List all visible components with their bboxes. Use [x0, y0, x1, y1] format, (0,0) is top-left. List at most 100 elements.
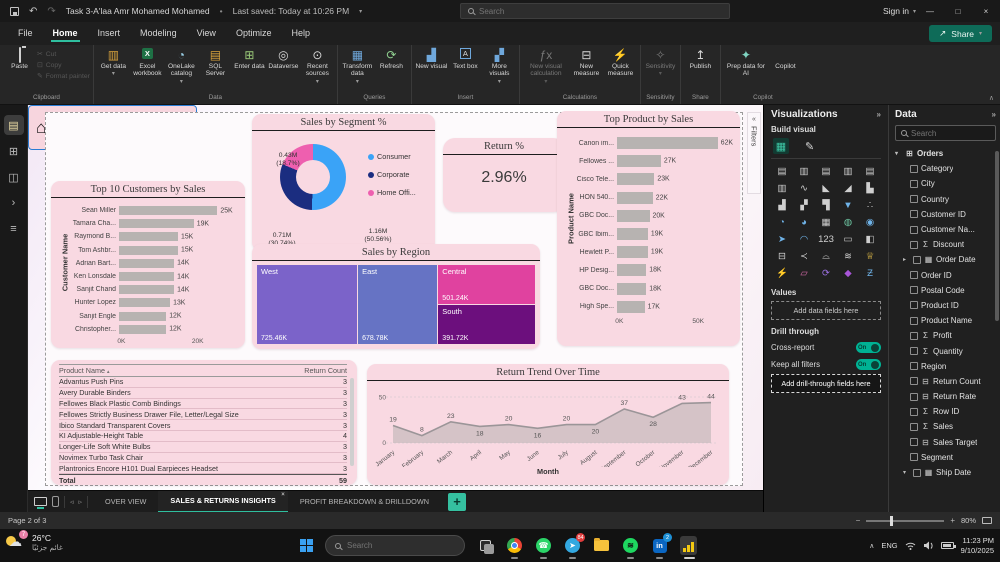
- table-row[interactable]: Fellowes Black Plastic Comb Bindings3: [59, 399, 347, 410]
- new-page-button[interactable]: +: [448, 493, 466, 511]
- bar[interactable]: [617, 264, 646, 276]
- dataverse-button[interactable]: ◎Dataverse: [267, 45, 300, 70]
- bar[interactable]: [119, 259, 174, 268]
- wifi-icon[interactable]: [905, 541, 916, 550]
- bar[interactable]: [119, 206, 217, 215]
- power-apps-visual-icon[interactable]: ▱: [793, 265, 815, 281]
- refresh-button[interactable]: ⟳Refresh: [375, 45, 408, 70]
- field-item-customer-na-[interactable]: Customer Na...: [895, 222, 996, 237]
- search-input[interactable]: [479, 7, 722, 16]
- field-checkbox[interactable]: [910, 332, 918, 340]
- collapsed-chevron-icon[interactable]: ▸: [903, 256, 910, 263]
- field-checkbox[interactable]: [910, 195, 918, 203]
- page-tab-over-view[interactable]: OVER VIEW: [93, 491, 158, 513]
- field-item-sales[interactable]: ΣSales: [895, 419, 996, 434]
- bar[interactable]: [119, 272, 174, 281]
- format-visual-icon[interactable]: ✎: [805, 140, 814, 153]
- undo-icon[interactable]: ↶: [29, 6, 37, 17]
- zoom-in-button[interactable]: +: [950, 516, 955, 525]
- keep-all-filters-toggle[interactable]: On: [856, 359, 881, 370]
- table-view-button[interactable]: ⊞: [4, 141, 24, 161]
- python-visual-visual-icon[interactable]: Ƶ: [859, 265, 881, 281]
- waterfall-chart-visual-icon[interactable]: ▜: [815, 197, 837, 213]
- 100-stacked-column-chart-visual-icon[interactable]: ▥: [771, 180, 793, 196]
- legend-item[interactable]: Consumer: [368, 152, 416, 161]
- 100-stacked-bar-chart-visual-icon[interactable]: ▤: [859, 163, 881, 179]
- expanded-chevron-icon[interactable]: ▾: [903, 469, 910, 476]
- legend-item[interactable]: Home Offi...: [368, 188, 416, 197]
- prep-data-for-ai-button[interactable]: ✦Prep data for AI: [724, 45, 768, 78]
- fields-search-input[interactable]: [911, 129, 990, 138]
- table-row[interactable]: Advantus Push Pins3: [59, 377, 347, 388]
- field-checkbox[interactable]: [910, 210, 918, 218]
- clustered-column-chart-visual-icon[interactable]: ▥: [837, 163, 859, 179]
- new-visual-button[interactable]: ▟New visual: [415, 45, 448, 70]
- table-item-orders[interactable]: ▾⊞Orders: [895, 146, 996, 161]
- taskbar-search-box[interactable]: [325, 535, 465, 556]
- collapse-ribbon-icon[interactable]: ∧: [989, 94, 994, 102]
- funnel-chart-visual-icon[interactable]: ▼: [837, 197, 859, 213]
- key-influencers-visual-icon[interactable]: ◆: [837, 265, 859, 281]
- volume-icon[interactable]: [923, 541, 934, 550]
- page-tab-profit-breakdown-drilldown[interactable]: PROFIT BREAKDOWN & DRILLDOWN: [288, 491, 441, 513]
- add-drill-through-fields-dropzone[interactable]: Add drill-through fields here: [771, 374, 881, 393]
- copy-button[interactable]: ⊡Copy: [37, 61, 90, 69]
- hidden-icons-chevron[interactable]: ∧: [869, 542, 874, 550]
- zoom-slider-knob[interactable]: [890, 516, 893, 526]
- field-item-country[interactable]: Country: [895, 192, 996, 207]
- excel-workbook-button[interactable]: XExcel workbook: [131, 45, 164, 78]
- battery-icon[interactable]: [941, 542, 954, 549]
- treemap-block-east[interactable]: East678.78K: [358, 265, 437, 344]
- onelake-catalog-button[interactable]: ◔OneLake catalog▾: [165, 45, 198, 85]
- share-button[interactable]: ↗ Share ▾: [929, 25, 992, 42]
- close-button[interactable]: ×: [972, 0, 1000, 22]
- decomposition-tree-visual-icon[interactable]: ≺: [793, 248, 815, 264]
- chrome-app-button[interactable]: [506, 537, 523, 554]
- bar[interactable]: [617, 210, 650, 222]
- collapse-pane-icon[interactable]: »: [877, 110, 881, 119]
- field-checkbox[interactable]: [910, 377, 918, 385]
- quick-measure-button[interactable]: ⚡Quick measure: [604, 45, 637, 78]
- treemap-visual-icon[interactable]: ▦: [815, 214, 837, 230]
- field-checkbox[interactable]: [910, 317, 918, 325]
- field-checkbox[interactable]: [913, 469, 921, 477]
- save-icon[interactable]: [10, 7, 19, 16]
- cut-button[interactable]: ✂Cut: [37, 50, 90, 58]
- model-view-button[interactable]: ◫: [4, 167, 24, 187]
- metrics-visual-icon[interactable]: ♕: [859, 248, 881, 264]
- minimize-button[interactable]: —: [916, 0, 944, 22]
- expand-filters-icon[interactable]: «: [752, 116, 756, 123]
- ribbon-tab-view[interactable]: View: [187, 24, 226, 43]
- line-and-clustered-column-chart-visual-icon[interactable]: ▟: [771, 197, 793, 213]
- taskbar-search-input[interactable]: [347, 541, 455, 550]
- table-row[interactable]: Novimex Turbo Task Chair3: [59, 453, 347, 464]
- mobile-layout-icon[interactable]: [52, 496, 59, 507]
- field-checkbox[interactable]: [910, 423, 918, 431]
- filled-map-visual-icon[interactable]: ◉: [859, 214, 881, 230]
- ribbon-tab-file[interactable]: File: [8, 24, 43, 43]
- build-visual-icon[interactable]: ▦: [773, 138, 789, 154]
- clustered-bar-chart-visual-icon[interactable]: ▤: [815, 163, 837, 179]
- bar[interactable]: [119, 219, 194, 228]
- field-item-product-id[interactable]: Product ID: [895, 298, 996, 313]
- scatter-chart-visual-icon[interactable]: ∴: [859, 197, 881, 213]
- table-row[interactable]: Ibico Standard Transparent Covers3: [59, 420, 347, 431]
- bar[interactable]: [119, 246, 178, 255]
- ribbon-chart-visual-icon[interactable]: ▞: [793, 197, 815, 213]
- field-item-order-date[interactable]: ▸▦Order Date: [895, 252, 996, 267]
- field-item-segment[interactable]: Segment: [895, 450, 996, 465]
- field-item-quantity[interactable]: ΣQuantity: [895, 343, 996, 358]
- previous-page-icon[interactable]: ◃: [70, 498, 74, 506]
- bar[interactable]: [617, 283, 646, 295]
- table-row[interactable]: Longer-Life Soft White Bulbs3: [59, 442, 347, 453]
- field-item-sales-target[interactable]: ⊟Sales Target: [895, 435, 996, 450]
- get-data-button[interactable]: ▥Get data▾: [97, 45, 130, 78]
- paginated-report-visual-icon[interactable]: ⚡: [771, 265, 793, 281]
- telegram-app-button[interactable]: ➤84: [564, 537, 581, 554]
- table-row[interactable]: Plantronics Encore H101 Dual Earpieces H…: [59, 463, 347, 474]
- qa-visual-icon[interactable]: ⌓: [815, 248, 837, 264]
- spotify-app-button[interactable]: ≋: [622, 537, 639, 554]
- field-item-product-name[interactable]: Product Name: [895, 313, 996, 328]
- stacked-column-chart-visual-icon[interactable]: ▥: [793, 163, 815, 179]
- field-checkbox[interactable]: [910, 438, 918, 446]
